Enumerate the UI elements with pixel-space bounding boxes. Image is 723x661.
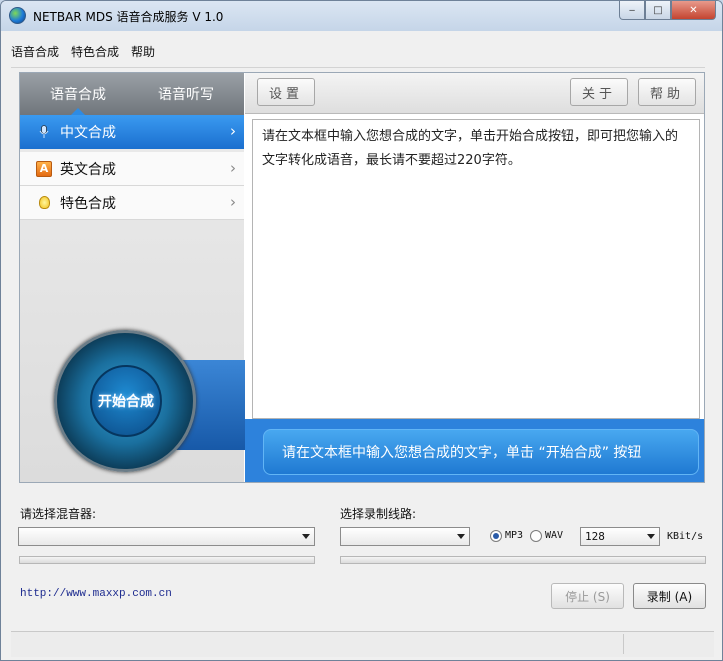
letter-a-icon: A <box>36 160 52 177</box>
chevron-down-icon <box>457 534 465 539</box>
sidebar-item-label: 英文合成 <box>60 161 116 178</box>
sidebar: 语音合成 语音听写 中文合成 › A 英文合成 › 特色合成 › 开始合成 <box>20 73 246 482</box>
mp3-label: MP3 <box>505 530 524 541</box>
close-button[interactable]: ✕ <box>671 1 716 20</box>
help-button[interactable]: 帮助 <box>638 78 696 106</box>
mixer-label: 请选择混音器: <box>20 507 97 521</box>
maximize-button[interactable]: □ <box>645 1 671 20</box>
chevron-right-icon: › <box>230 122 236 140</box>
main-panel: 语音合成 语音听写 中文合成 › A 英文合成 › 特色合成 › 开始合成 设置… <box>19 72 705 483</box>
status-separator <box>623 634 624 654</box>
record-line-select[interactable] <box>340 527 470 546</box>
chevron-right-icon: › <box>230 193 236 211</box>
website-link[interactable]: http://www.maxxp.com.cn <box>20 588 172 600</box>
wav-radio[interactable] <box>530 530 542 542</box>
sidebar-item-label: 特色合成 <box>60 195 116 212</box>
app-window: NETBAR MDS 语音合成服务 V 1.0 ‒ □ ✕ 语音合成 特色合成 … <box>0 0 723 661</box>
stop-button[interactable]: 停止 (S) <box>551 583 624 609</box>
hint-bubble: 请在文本框中输入您想合成的文字，单击 “开始合成” 按钮 <box>263 429 699 475</box>
menu-special-synthesis[interactable]: 特色合成 <box>71 43 119 60</box>
record-button[interactable]: 录制 (A) <box>633 583 706 609</box>
active-tab-indicator <box>71 108 85 115</box>
content-area: 设置 关于 帮助 请在文本框中输入您想合成的文字，单击开始合成按钮，即可把您输入… <box>245 73 704 482</box>
start-synthesis-button[interactable]: 开始合成 <box>90 365 162 437</box>
sidebar-item-chinese[interactable]: 中文合成 › <box>20 115 244 149</box>
wav-label: WAV <box>545 530 564 541</box>
mixer-select[interactable] <box>18 527 315 546</box>
bitrate-value: 128 <box>585 530 605 543</box>
menu-speech-synthesis[interactable]: 语音合成 <box>11 43 59 60</box>
tab-speech-synthesis[interactable]: 语音合成 <box>50 84 106 104</box>
mixer-level-meter <box>19 556 315 564</box>
app-logo-icon <box>9 7 26 24</box>
microphone-icon <box>36 124 52 140</box>
sidebar-tabs: 语音合成 语音听写 <box>20 73 244 115</box>
lightbulb-icon <box>36 195 52 211</box>
about-button[interactable]: 关于 <box>570 78 628 106</box>
sidebar-item-special[interactable]: 特色合成 › <box>20 186 244 220</box>
sidebar-item-label: 中文合成 <box>60 125 116 141</box>
menu-divider <box>11 67 705 68</box>
record-level-meter <box>340 556 706 564</box>
tab-speech-dictation[interactable]: 语音听写 <box>158 84 214 104</box>
minimize-button[interactable]: ‒ <box>619 1 645 20</box>
title-bar[interactable]: NETBAR MDS 语音合成服务 V 1.0 ‒ □ ✕ <box>1 1 722 31</box>
window-title: NETBAR MDS 语音合成服务 V 1.0 <box>33 10 224 24</box>
window-controls: ‒ □ ✕ <box>619 1 716 20</box>
chevron-down-icon <box>302 534 310 539</box>
hint-area: 请在文本框中输入您想合成的文字，单击 “开始合成” 按钮 <box>245 419 704 482</box>
bitrate-select[interactable]: 128 <box>580 527 660 546</box>
toolbar: 设置 关于 帮助 <box>245 73 704 114</box>
menu-help[interactable]: 帮助 <box>131 43 155 60</box>
mp3-radio[interactable] <box>490 530 502 542</box>
record-line-label: 选择录制线路: <box>340 507 417 521</box>
chevron-right-icon: › <box>230 159 236 177</box>
bitrate-unit: KBit/s <box>667 531 704 542</box>
settings-button[interactable]: 设置 <box>257 78 315 106</box>
chevron-down-icon <box>647 534 655 539</box>
menu-bar: 语音合成 特色合成 帮助 <box>11 43 155 60</box>
sidebar-item-english[interactable]: A 英文合成 › <box>20 152 244 186</box>
status-bar <box>11 631 714 657</box>
synthesis-text-input[interactable]: 请在文本框中输入您想合成的文字，单击开始合成按钮，即可把您输入的文字转化成语音，… <box>252 119 700 419</box>
